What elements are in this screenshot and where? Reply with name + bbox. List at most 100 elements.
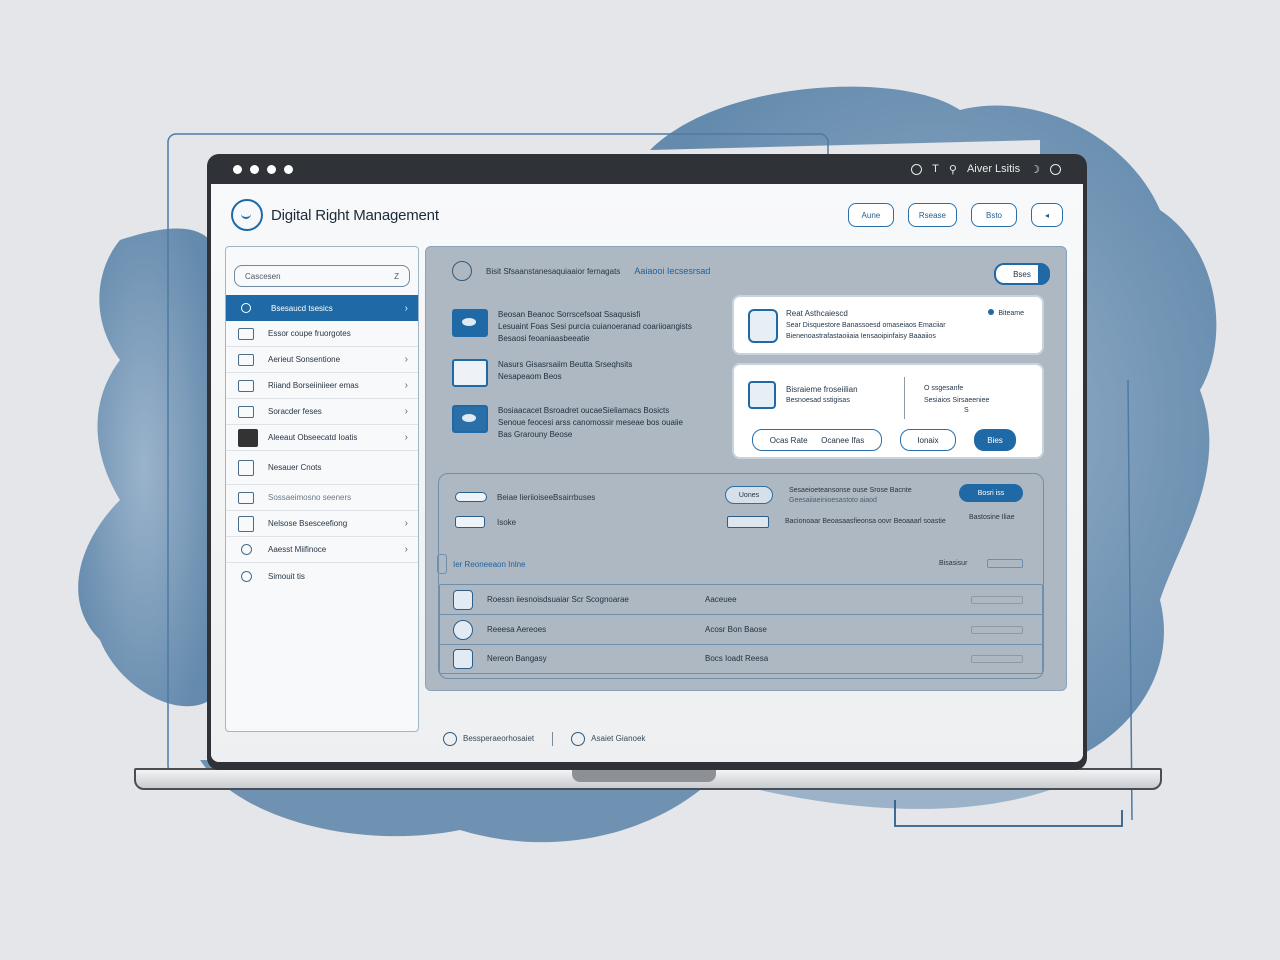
main-header: Bisit Sfsaanstanesaquiaaior fernagats Aa… (452, 261, 710, 281)
pin-icon[interactable]: ⚲ (949, 163, 957, 176)
sidebar-item-label: Simouit tis (268, 571, 305, 581)
chevron-right-icon: › (404, 406, 408, 417)
sidebar-item-9[interactable]: Aaesst Miifinoce › (226, 537, 418, 563)
sidebar-item-label: Aleeaut Obseecatd Ioatis (268, 433, 358, 442)
table-row-c2: Acosr Bon Baose (705, 625, 767, 634)
card-title: Reat Asthcaiescd (786, 309, 848, 318)
card-line: Sear Disquestore Banassoesd omaseiaos Em… (786, 322, 946, 329)
chevron-right-icon: › (404, 518, 408, 529)
keyboard-icon (452, 405, 488, 433)
table-row-c2: Bocs Ioadt Reesa (705, 654, 769, 663)
info-card-1[interactable]: Reat Asthcaiescd Sear Disquestore Banass… (732, 295, 1044, 355)
card-subtitle: Besnoesad sstigisas (786, 397, 850, 404)
feature-title: Beosan Beanoc Sorrscefsoat Ssaqusisfi (498, 310, 641, 319)
moon-icon[interactable]: ☽ (1030, 163, 1040, 176)
footer-item-1-label: Bessperaeorhosaiet (463, 734, 535, 744)
card-button-3[interactable]: Ionaix (900, 429, 956, 451)
list-right-box (987, 559, 1023, 568)
circle-icon (241, 303, 251, 313)
sub-row-1-label: Beiae lieriioiseeBsairrbuses (497, 493, 596, 502)
window-dot-icon[interactable] (233, 164, 242, 174)
info-card-2[interactable]: Bisraieme froseiilian Besnoesad sstigisa… (732, 363, 1044, 459)
browser-window-icon (452, 359, 488, 387)
card-right-1: O ssgesanfe (924, 385, 964, 392)
table-row-bar (971, 654, 1023, 663)
window-dot-icon[interactable] (250, 164, 259, 174)
sidebar-item-label: Aerieut Sonsentione (268, 355, 341, 364)
header-button-rsease[interactable]: Rsease (907, 203, 957, 227)
lock-bar-icon (455, 492, 487, 502)
sidebar-item-4[interactable]: Soracder feses › (226, 399, 418, 425)
window-dot-icon[interactable] (267, 164, 276, 174)
footer-item-2[interactable]: Asaiet Gianoek (571, 732, 645, 746)
feature-item-1[interactable]: Nasurs Gisasrsaiim Beutta Srseqhsits Nes… (452, 359, 632, 387)
system-tray: T ⚲ Aiver Lsitis ☽ (911, 163, 1061, 176)
header-button-aune[interactable]: Aune (847, 203, 894, 227)
chevron-right-icon: › (404, 432, 408, 443)
sidebar-item-7[interactable]: Sossaeimosno seeners (226, 485, 418, 511)
table-row[interactable]: Reeesa Aereoes Acosr Bon Baose (439, 615, 1039, 644)
card-button-1[interactable]: Ocas Rate Ocanee Ifas (752, 429, 882, 451)
feature-item-2[interactable]: Bosiaacacet Bsroadret oucaeSieliamacs Bo… (452, 405, 683, 441)
tray-text: Aiver Lsitis (966, 163, 1021, 175)
header-back-button[interactable]: ◂ (1031, 203, 1063, 227)
sidebar-item-0[interactable]: Bsesaucd tsesics › (226, 295, 418, 321)
sidebar-item-label: Sossaeimosno seeners (268, 493, 352, 502)
window-dot-icon[interactable] (284, 164, 293, 174)
feature-desc: Bas Grarouny Beose (498, 430, 573, 439)
laptop-screen: T ⚲ Aiver Lsitis ☽ Digital Right Managem… (207, 154, 1087, 770)
sub-row-2-right: Bacionoaar Beoasaasfieonsa oovr Beoaaarl… (785, 518, 946, 525)
window-dots (233, 164, 293, 174)
sidebar-item-10[interactable]: Simouit tis (226, 563, 418, 589)
footer-divider (552, 732, 554, 746)
feature-text: Nasurs Gisasrsaiim Beutta Srseqhsits Nes… (498, 359, 632, 387)
card-title: Bisraieme froseiilian (786, 385, 858, 394)
frame-icon (238, 515, 254, 532)
image-icon (238, 327, 254, 340)
sidebar: Cascesen Z Bsesaucd tsesics › Essor coup… (225, 246, 419, 732)
text-icon[interactable]: T (932, 163, 939, 175)
footer-item-1[interactable]: Bessperaeorhosaiet (443, 732, 534, 746)
sub-row-1-button[interactable]: Uones (725, 486, 773, 504)
header-button-bsto[interactable]: Bsto (971, 203, 1017, 227)
sidebar-item-label: Riiand Borseiiniieer emas (268, 381, 359, 390)
sidebar-item-6[interactable]: Nesauer Cnots (226, 451, 418, 485)
user-icon (453, 648, 473, 669)
cube-icon (748, 309, 778, 343)
feature-item-0[interactable]: Beosan Beanoc Sorrscefsoat Ssaqusisfi Le… (452, 309, 692, 345)
card-right-2: Sesiaios Sirsaeeniee (924, 397, 990, 404)
shield-icon (453, 619, 473, 640)
card-divider (904, 377, 905, 419)
sidebar-item-8[interactable]: Nelsose Bsesceefiong › (226, 511, 418, 537)
main-toggle[interactable]: Bses (994, 263, 1050, 285)
window-titlebar: T ⚲ Aiver Lsitis ☽ (211, 154, 1083, 184)
export-icon (238, 405, 254, 418)
card-button-4[interactable]: Bies (974, 429, 1016, 451)
settings-circle-icon[interactable] (452, 261, 472, 281)
sidebar-item-2[interactable]: Aerieut Sonsentione › (226, 347, 418, 373)
table-row[interactable]: Nereon Bangasy Bocs Ioadt Reesa (439, 644, 1039, 673)
sidebar-item-1[interactable]: Essor coupe fruorgotes (226, 321, 418, 347)
search-placeholder: Cascesen (245, 271, 281, 281)
feature-text: Beosan Beanoc Sorrscefsoat Ssaqusisfi Le… (498, 309, 692, 345)
feature-title: Nasurs Gisasrsaiim Beutta Srseqhsits (498, 360, 633, 369)
clock-icon[interactable] (911, 163, 923, 175)
logo-icon (231, 199, 263, 231)
profile-icon (571, 732, 586, 746)
search-input[interactable]: Cascesen Z (234, 265, 410, 287)
header-actions: Aune Rsease Bsto ◂ (847, 203, 1063, 227)
chevron-right-icon: › (404, 544, 408, 555)
table-row-c1: Nereon Bangasy (487, 654, 547, 663)
power-icon[interactable] (1050, 163, 1061, 175)
drive-icon (452, 309, 488, 337)
main-header-accent[interactable]: Aaiaooi Iecsesrsad (634, 266, 710, 276)
table-row[interactable]: Roessn iiesnoisdsuaiar Scr Scognoarae Aa… (439, 585, 1039, 614)
sidebar-item-label: Soracder feses (268, 407, 322, 416)
feature-desc: Besaosi feoaniaasbeeatie (498, 334, 590, 343)
sub-row-2-right2: Bastosine Iliae (969, 514, 1015, 521)
sidebar-item-5[interactable]: Aleeaut Obseecatd Ioatis › (226, 425, 418, 451)
sub-row-1-fill-button[interactable]: Bosri iss (959, 484, 1023, 502)
table-row-c2: Aaceuee (705, 595, 737, 604)
chevron-right-icon: › (404, 380, 408, 391)
sidebar-item-3[interactable]: Riiand Borseiiniieer emas › (226, 373, 418, 399)
